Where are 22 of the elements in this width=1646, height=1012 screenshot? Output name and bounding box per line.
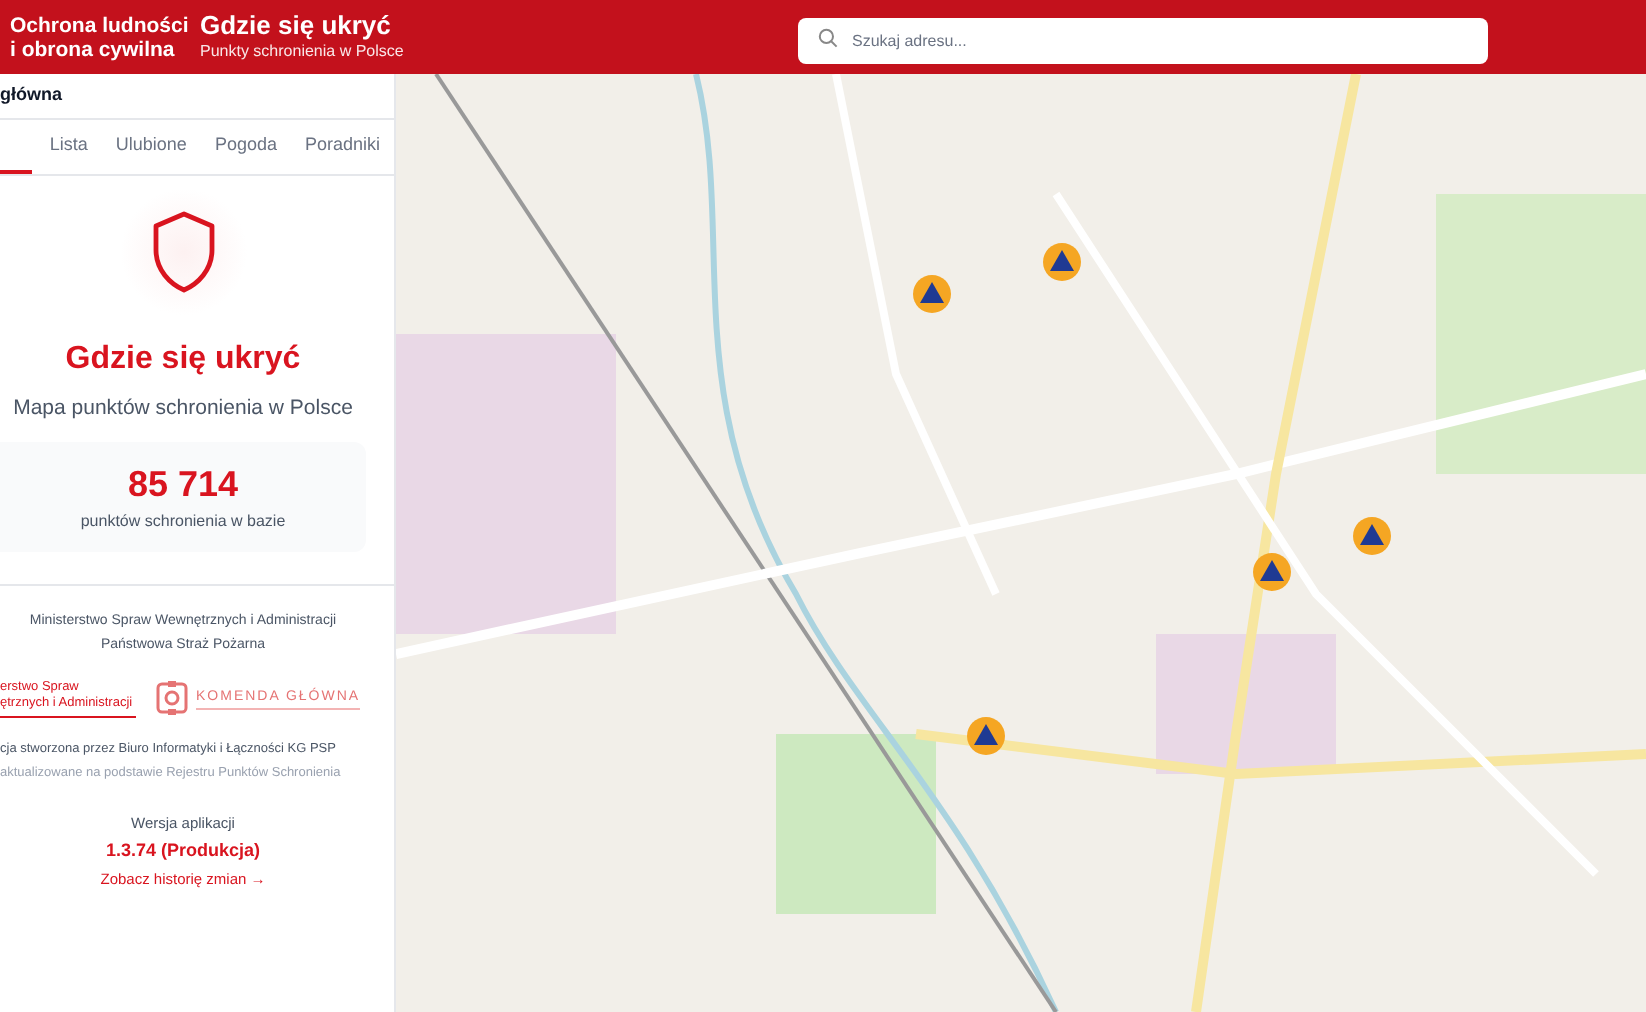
fire-service-emblem-icon <box>154 680 190 716</box>
panel-title: Gdzie się ukryć <box>65 340 301 380</box>
shelter-count-label: punktów schronienia w bazie <box>80 510 286 532</box>
shelter-count: 85 714 <box>127 462 239 506</box>
brand-title: Ochrona ludności i obrona cywilna <box>10 13 191 61</box>
panel-subtitle: Mapa punktów schronienia w Polsce <box>13 394 353 422</box>
app-title: Gdzie się ukryć <box>200 10 393 40</box>
shelter-marker-icon[interactable] <box>1042 242 1082 282</box>
tab[interactable]: Pogoda <box>200 120 291 174</box>
search-icon <box>818 27 838 47</box>
shelter-marker-icon[interactable] <box>1352 516 1392 556</box>
shelter-marker-icon[interactable] <box>966 716 1006 756</box>
version-number: 1.3.74 (Produkcja) <box>105 838 261 862</box>
tab[interactable]: Ulubione <box>101 120 201 174</box>
search-field[interactable]: Szukaj adresu... <box>798 18 1488 64</box>
panel-heading: główna <box>0 82 62 109</box>
tab[interactable]: Poradniki <box>290 120 394 174</box>
shelter-marker-icon[interactable] <box>1252 552 1292 592</box>
shelter-marker-icon[interactable] <box>912 274 952 314</box>
shield-icon <box>149 210 217 294</box>
tab[interactable]: Lista <box>35 120 102 174</box>
app-subtitle: Punkty schronienia w Polsce <box>200 40 406 64</box>
